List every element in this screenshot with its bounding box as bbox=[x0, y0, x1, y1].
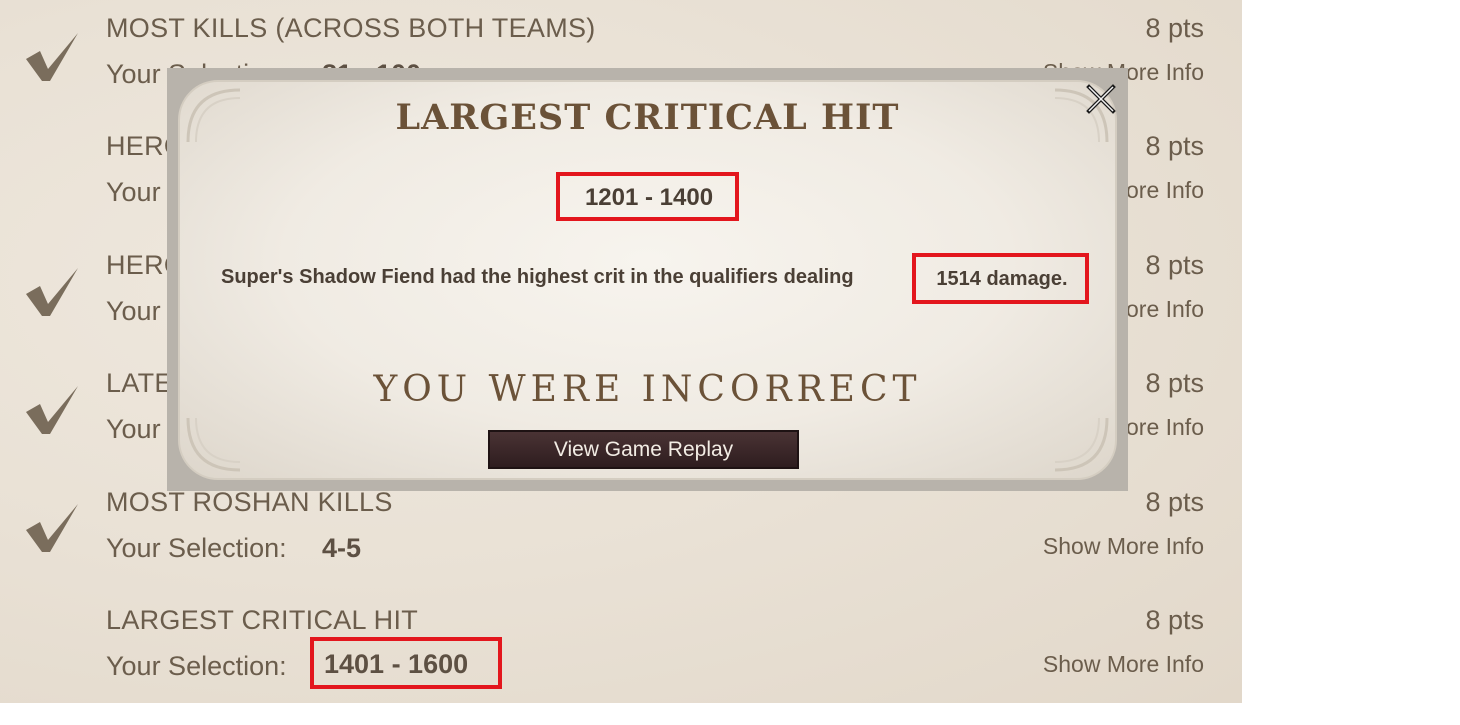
ornament-corner-icon bbox=[1054, 417, 1109, 472]
row-points: 8 pts bbox=[1145, 13, 1204, 43]
row-points: 8 pts bbox=[1145, 368, 1204, 398]
row-points: 8 pts bbox=[1145, 131, 1204, 161]
row-points: 8 pts bbox=[1145, 487, 1204, 517]
prediction-row: MOST ROSHAN KILLS 8 pts Your Selection: … bbox=[0, 487, 1242, 605]
close-icon[interactable] bbox=[1084, 82, 1118, 116]
modal-title: LARGEST CRITICAL HIT bbox=[395, 97, 900, 138]
view-game-replay-button[interactable]: View Game Replay bbox=[488, 430, 799, 469]
range-highlight-box bbox=[556, 172, 739, 221]
show-more-info-link[interactable]: Show More Info bbox=[1043, 533, 1204, 560]
result-description: Super's Shadow Fiend had the highest cri… bbox=[221, 266, 854, 288]
checkmark-icon bbox=[26, 504, 78, 552]
row-selection-label: Your bbox=[106, 296, 161, 326]
checkmark-icon bbox=[26, 268, 78, 316]
row-title: MOST ROSHAN KILLS bbox=[106, 487, 393, 517]
row-selection-label: Your Selection: bbox=[106, 651, 287, 681]
row-points: 8 pts bbox=[1145, 250, 1204, 280]
row-title: MOST KILLS (ACROSS BOTH TEAMS) bbox=[106, 13, 596, 43]
row-title: LARGEST CRITICAL HIT bbox=[106, 605, 419, 635]
prediction-row: LARGEST CRITICAL HIT 8 pts Your Selectio… bbox=[0, 605, 1242, 703]
row-selection-label: Your Selection: bbox=[106, 533, 287, 563]
checkmark-icon bbox=[26, 33, 78, 81]
row-selection-value: 4-5 bbox=[322, 533, 362, 563]
result-message: YOU WERE INCORRECT bbox=[373, 369, 922, 410]
checkmark-icon bbox=[26, 386, 78, 434]
selection-highlight-box bbox=[310, 637, 502, 689]
row-points: 8 pts bbox=[1145, 605, 1204, 635]
ornament-corner-icon bbox=[186, 417, 241, 472]
damage-highlight-box bbox=[912, 253, 1089, 304]
show-more-info-link[interactable]: Show More Info bbox=[1043, 651, 1204, 678]
row-selection-label: Your bbox=[106, 414, 161, 444]
row-title: LATE bbox=[106, 368, 173, 398]
row-selection-label: Your bbox=[106, 177, 161, 207]
